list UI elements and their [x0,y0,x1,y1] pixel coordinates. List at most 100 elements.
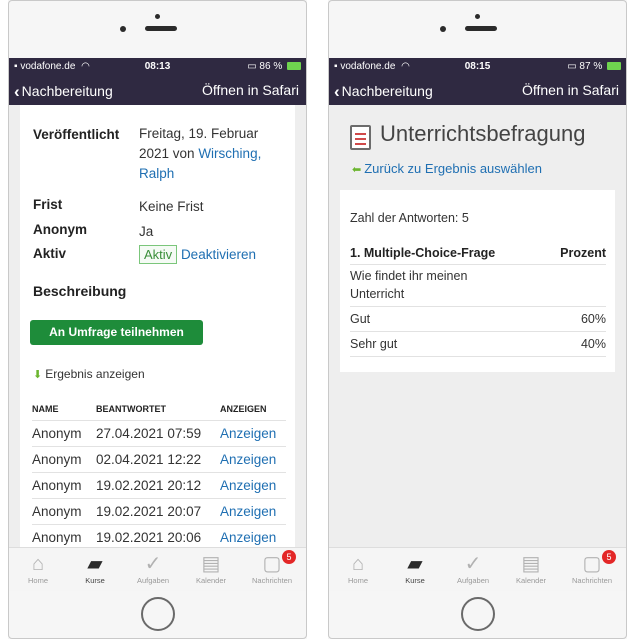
show-result-link[interactable]: ⬇ Ergebnis anzeigen [33,367,145,381]
published-row: Veröffentlicht Freitag, 19. Februar 2021… [33,126,283,187]
front-camera [440,26,446,32]
cell-name: Anonym [32,498,96,525]
description-heading: Beschreibung [33,283,127,299]
home-button[interactable] [140,597,175,631]
top-bezel [328,0,627,58]
results-table: 1. Multiple-Choice-Frage Prozent Wie fin… [350,242,606,357]
question-header: 1. Multiple-Choice-Frage [350,242,545,265]
arrow-down-icon: ⬇ [33,369,43,381]
house-icon: ⌂ [31,553,45,575]
column-header-answered: BEANTWORTET [96,398,220,421]
camera-dot [474,14,480,19]
front-camera [120,26,126,32]
bottom-bezel [8,591,307,639]
show-link[interactable]: Anzeigen [220,524,286,547]
battery-icon [287,62,301,70]
chevron-left-icon: ‹ [14,82,20,101]
column-header-show: ANZEIGEN [220,398,286,421]
open-in-safari-button[interactable]: Öffnen in Safari [522,82,619,98]
graduation-cap-icon: ▰ [407,553,423,575]
phone-right: ▪ vodafone.de ◠ 08:15 ▭ 87 % ‹ Nachbereit… [328,0,627,639]
answers-count: Zahl der Antworten: 5 [350,211,469,225]
camera-dot [154,14,160,19]
participate-button[interactable]: An Umfrage teilnehmen [30,320,203,345]
page-title: Unterrichtsbefragung [380,121,586,146]
open-in-safari-button[interactable]: Öffnen in Safari [202,82,299,98]
tab-messages[interactable]: ▢ Nachrichten 5 [566,550,618,585]
chevron-left-icon: ‹ [334,82,340,101]
anonymous-value: Ja [139,224,154,239]
table-row: Anonym 19.02.2021 20:06 Anzeigen [32,524,286,547]
cell-name: Anonym [32,446,96,473]
graduation-cap-icon: ▰ [87,553,103,575]
calendar-icon: ▤ [521,553,541,575]
content-area: Veröffentlicht Freitag, 19. Februar 2021… [8,105,307,547]
tab-messages[interactable]: ▢ Nachrichten 5 [246,550,298,585]
anonymous-row: Anonym Ja [33,222,283,242]
published-value: Freitag, 19. Februar 2021 von Wirsching,… [139,126,262,181]
table-header-row: NAME BEANTWORTET ANZEIGEN [32,398,286,421]
deadline-row: Frist Keine Frist [33,197,283,217]
question-row: Wie findet ihr meinen Unterricht [350,264,606,307]
table-row: Anonym 19.02.2021 20:07 Anzeigen [32,498,286,525]
question-text: Wie findet ihr meinen Unterricht [350,264,606,307]
percent-header: Prozent [544,242,606,265]
results-card: Zahl der Antworten: 5 1. Multiple-Choice… [340,190,615,372]
cell-name: Anonym [32,524,96,547]
show-link[interactable]: Anzeigen [220,420,286,447]
show-link[interactable]: Anzeigen [220,446,286,473]
results-header-row: 1. Multiple-Choice-Frage Prozent [350,242,606,265]
status-bar: ▪ vodafone.de ◠ 08:13 ▭ 86 % [8,58,307,75]
cell-answered: 19.02.2021 20:07 [96,498,220,525]
tab-courses[interactable]: ▰ Kurse [389,552,441,585]
back-to-results-link[interactable]: ⬅ Zurück zu Ergebnis auswählen [352,161,542,176]
survey-document-icon [350,125,371,150]
notification-badge: 5 [282,550,296,564]
cell-answered: 02.04.2021 12:22 [96,446,220,473]
tab-calendar[interactable]: ▤ Kalender [185,552,237,585]
active-label: Aktiv [33,246,67,261]
tab-home[interactable]: ⌂ Home [332,552,384,585]
speaker-grille [144,26,177,31]
status-bar: ▪ vodafone.de ◠ 08:15 ▭ 87 % [328,58,627,75]
show-link[interactable]: Anzeigen [220,472,286,499]
option-label: Gut [350,306,545,332]
table-row: Gut 60% [350,306,606,332]
screen-mirror-icon: ▭ [567,61,577,72]
deactivate-link[interactable]: Deaktivieren [181,247,256,262]
tab-bar: ⌂ Home ▰ Kurse ✓ Aufgaben ▤ Kalender ▢ Nachri… [8,547,307,591]
option-percent: 40% [544,331,606,357]
home-button[interactable] [460,597,495,631]
tab-courses[interactable]: ▰ Kurse [69,552,121,585]
back-button[interactable]: ‹ Nachbereitung [334,82,433,102]
status-badge: Aktiv [139,245,178,264]
table-row: Anonym 27.04.2021 07:59 Anzeigen [32,420,286,447]
nav-bar: ‹ Nachbereitung Öffnen in Safari [328,75,627,105]
cell-name: Anonym [32,472,96,499]
published-label: Veröffentlicht [33,127,120,142]
bottom-bezel [328,591,627,639]
tab-tasks[interactable]: ✓ Aufgaben [127,552,179,585]
table-row: Anonym 02.04.2021 12:22 Anzeigen [32,446,286,473]
deadline-label: Frist [33,197,63,212]
tab-tasks[interactable]: ✓ Aufgaben [447,552,499,585]
content-area: Unterrichtsbefragung ⬅ Zurück zu Ergebnis… [328,105,627,547]
table-row: Anonym 19.02.2021 20:12 Anzeigen [32,472,286,499]
nav-bar: ‹ Nachbereitung Öffnen in Safari [8,75,307,105]
phone-left: ▪ vodafone.de ◠ 08:13 ▭ 86 % ‹ Nachbereit… [8,0,307,639]
survey-header: Unterrichtsbefragung ⬅ Zurück zu Ergebnis… [340,105,615,185]
notification-badge: 5 [602,550,616,564]
cell-answered: 27.04.2021 07:59 [96,420,220,447]
anonymous-label: Anonym [33,222,87,237]
active-row: Aktiv Aktiv Deaktivieren [33,245,283,268]
back-button[interactable]: ‹ Nachbereitung [14,82,113,102]
cell-name: Anonym [32,420,96,447]
speaker-grille [464,26,497,31]
house-icon: ⌂ [351,553,365,575]
tab-home[interactable]: ⌂ Home [12,552,64,585]
tab-calendar[interactable]: ▤ Kalender [505,552,557,585]
show-link[interactable]: Anzeigen [220,498,286,525]
battery-indicator: ▭ 87 % [567,61,621,72]
arrow-left-icon: ⬅ [352,164,362,176]
calendar-icon: ▤ [201,553,221,575]
